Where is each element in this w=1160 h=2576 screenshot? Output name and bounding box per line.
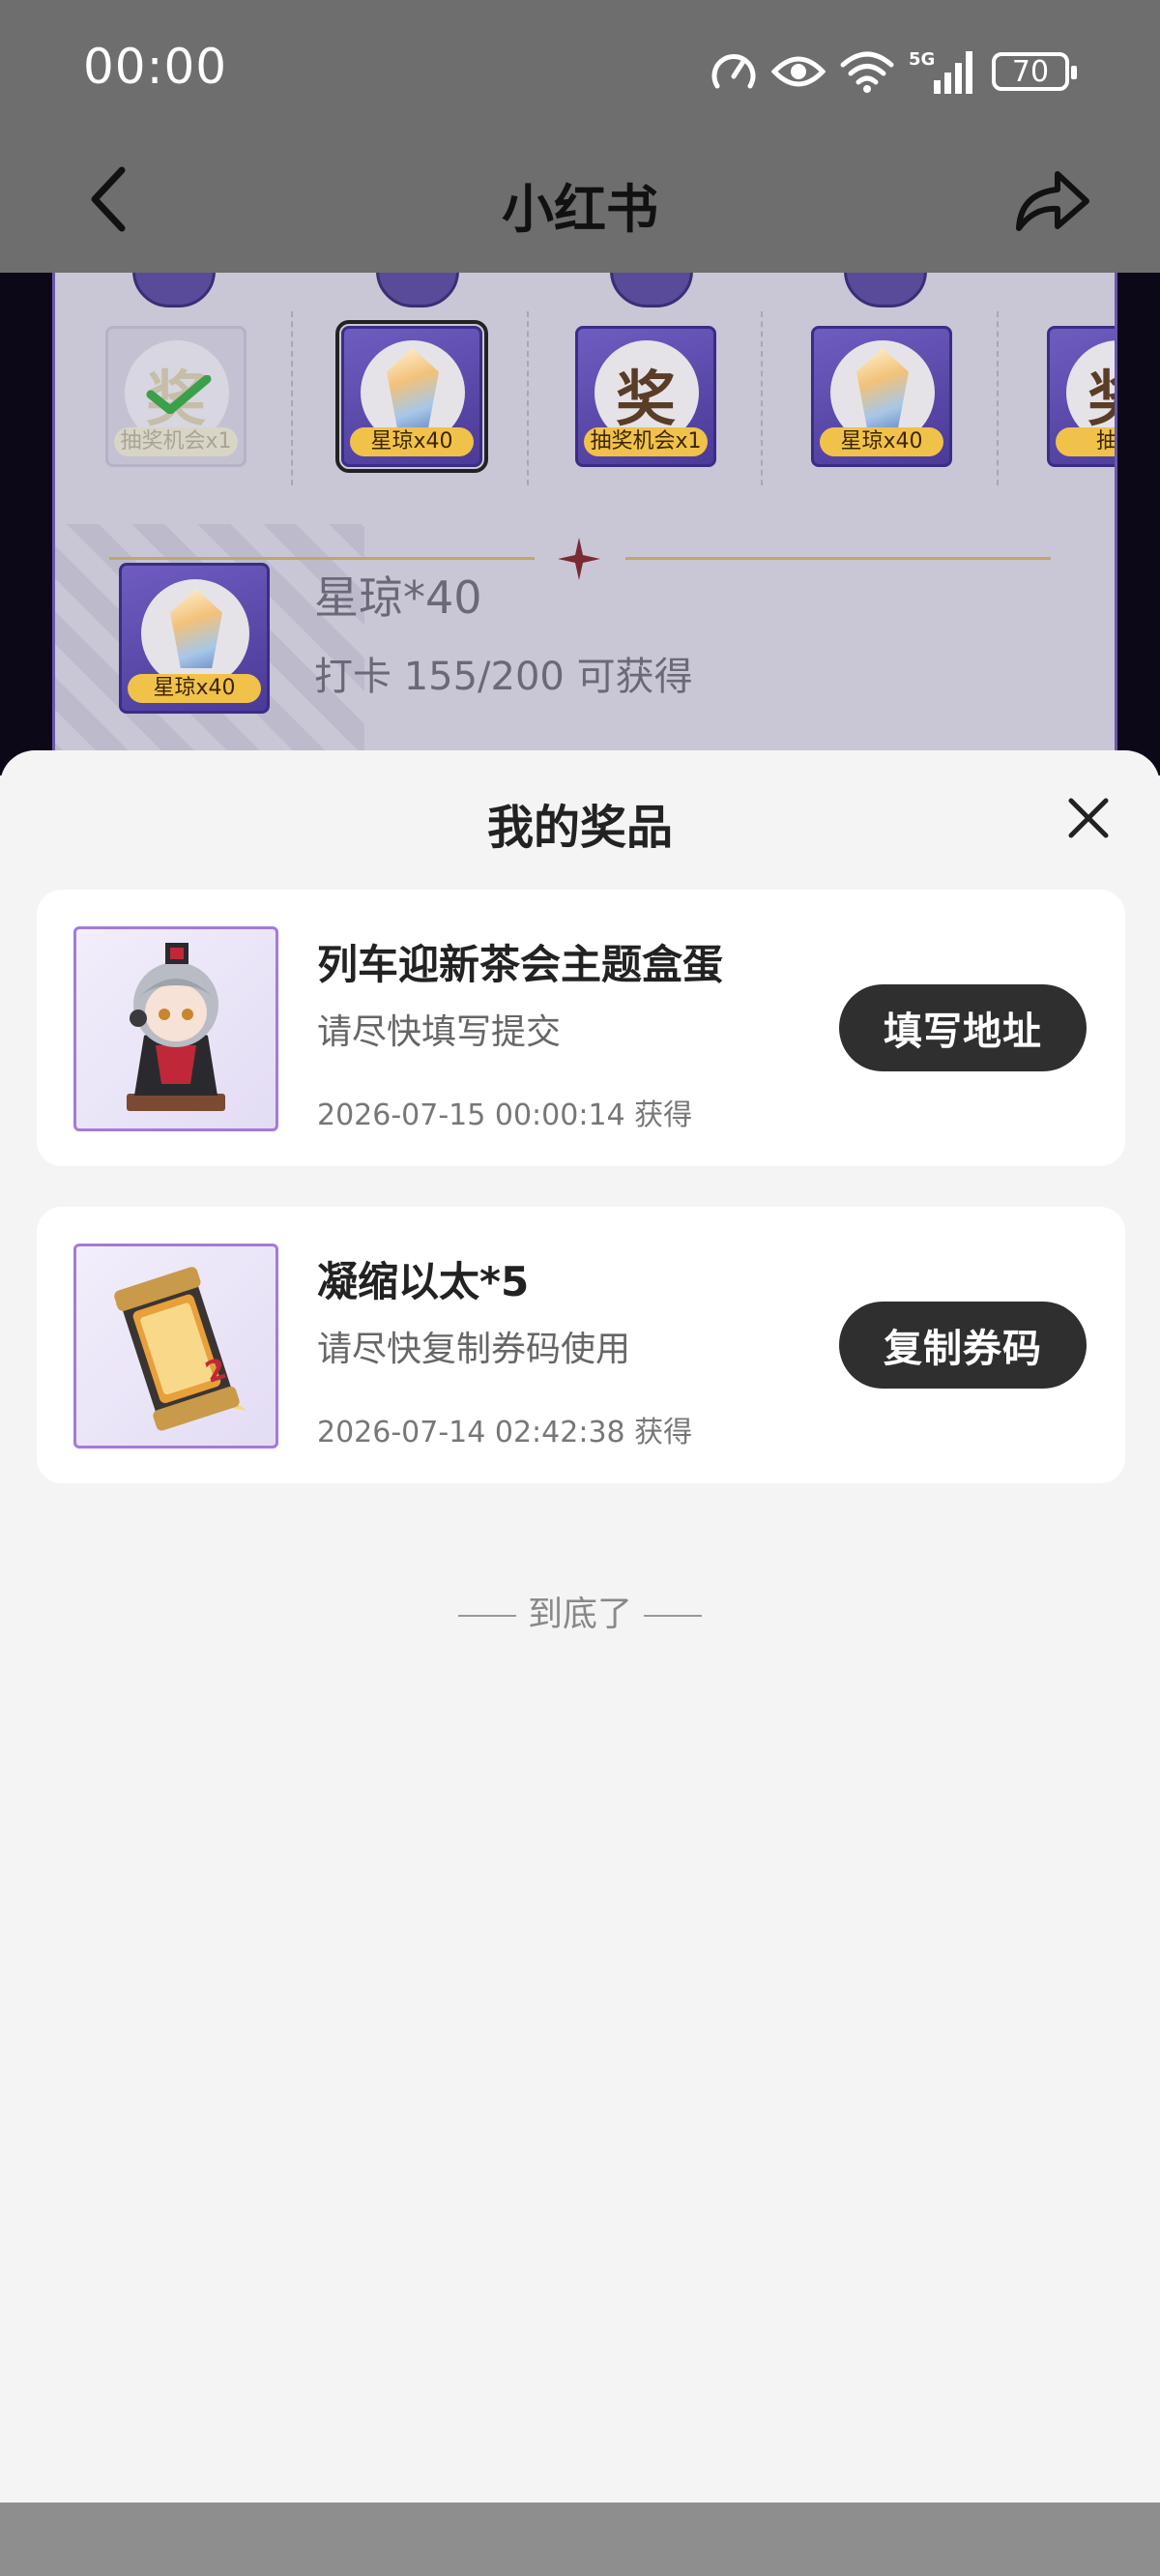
progress-title: 星琼*40 xyxy=(314,571,482,624)
prize-name: 凝缩以太*5 xyxy=(317,1258,530,1305)
reward-tile[interactable]: 星琼x40 xyxy=(335,320,488,473)
prize-name: 列车迎新茶会主题盒蛋 xyxy=(317,941,724,988)
battery-indicator: 70 xyxy=(992,52,1077,91)
divider xyxy=(291,311,293,485)
wifi-icon xyxy=(840,51,894,93)
prize-card: 2 凝缩以太*5 请尽快复制券码使用 2026-07-14 02:42:38 获… xyxy=(37,1207,1125,1483)
figure-image-icon xyxy=(127,943,225,1111)
divider xyxy=(109,557,535,560)
reward-label: 星琼x40 xyxy=(820,427,943,456)
reward-label: 抽奖机会x1 xyxy=(584,427,708,456)
progress-subtitle: 打卡 155/200 可获得 xyxy=(314,655,693,699)
page-title: 小红书 xyxy=(502,179,658,240)
reward-tile[interactable]: 星琼x40 xyxy=(811,326,952,467)
reward-tile[interactable]: 奖 抽奖机会x1 xyxy=(105,326,246,467)
end-text: 到底了 xyxy=(527,1595,632,1634)
eye-icon xyxy=(771,56,826,87)
fill-address-button[interactable]: 填写地址 xyxy=(839,984,1087,1071)
reward-label: 抽奖 xyxy=(1056,427,1115,456)
reward-tile[interactable]: 奖 抽奖 xyxy=(1047,326,1115,467)
prize-sheet: 我的奖品 列车迎新茶会主题盒蛋 请尽快填写提交 2026-07-15 00:00… xyxy=(0,750,1160,2503)
prize-thumbnail: 2 xyxy=(73,1244,278,1449)
reward-tile[interactable]: 奖 抽奖机会x1 xyxy=(575,326,716,467)
reward-glyph: 奖 xyxy=(1050,350,1115,437)
prize-hint: 请尽快填写提交 xyxy=(317,1012,562,1052)
svg-text:5G: 5G xyxy=(909,49,935,70)
checkin-panel: 奖 抽奖机会x1 星琼x40 奖 抽奖机会x1 星琼x40 奖 xyxy=(52,273,1117,776)
divider xyxy=(457,1615,516,1617)
day-badge xyxy=(844,273,927,307)
reward-label: 抽奖机会x1 xyxy=(114,427,238,456)
reward-glyph: 奖 xyxy=(615,364,676,434)
divider xyxy=(625,557,1051,560)
battery-level: 70 xyxy=(1011,54,1050,89)
prize-time: 2026-07-14 02:42:38 获得 xyxy=(317,1416,693,1449)
check-icon xyxy=(146,375,212,414)
share-arrow-icon[interactable] xyxy=(1011,164,1092,238)
reward-label: 星琼x40 xyxy=(350,427,474,456)
divider xyxy=(527,311,529,485)
signal-5g-icon: 5G xyxy=(909,49,972,94)
progress-reward-tile: 星琼x40 xyxy=(119,563,270,714)
divider xyxy=(997,311,999,485)
day-badge xyxy=(132,273,216,307)
close-icon[interactable] xyxy=(1059,789,1117,847)
status-icons: 5G 70 xyxy=(710,44,1079,99)
prize-thumbnail xyxy=(73,926,278,1131)
prize-hint: 请尽快复制券码使用 xyxy=(317,1330,631,1369)
background-page: 奖 抽奖机会x1 星琼x40 奖 抽奖机会x1 星琼x40 奖 xyxy=(0,273,1160,776)
status-bar: 00:00 5G 70 xyxy=(0,0,1160,141)
day-badge xyxy=(610,273,693,307)
star-icon xyxy=(558,538,600,580)
prize-card: 列车迎新茶会主题盒蛋 请尽快填写提交 2026-07-15 00:00:14 获… xyxy=(37,890,1125,1166)
ether-canister-icon: 2 xyxy=(114,1267,246,1431)
day-badge xyxy=(376,273,459,307)
nav-bar: 小红书 xyxy=(0,141,1160,273)
system-navigation-bar xyxy=(0,2503,1160,2576)
sheet-title: 我的奖品 xyxy=(486,801,673,855)
reward-label: 星琼x40 xyxy=(128,674,261,703)
end-of-list: 到底了 xyxy=(0,1586,1160,1636)
status-time: 00:00 xyxy=(83,39,228,95)
speedometer-icon xyxy=(711,54,756,89)
divider xyxy=(761,311,763,485)
divider xyxy=(644,1615,702,1617)
prize-time: 2026-07-15 00:00:14 获得 xyxy=(317,1098,693,1132)
copy-code-button[interactable]: 复制券码 xyxy=(839,1302,1087,1389)
